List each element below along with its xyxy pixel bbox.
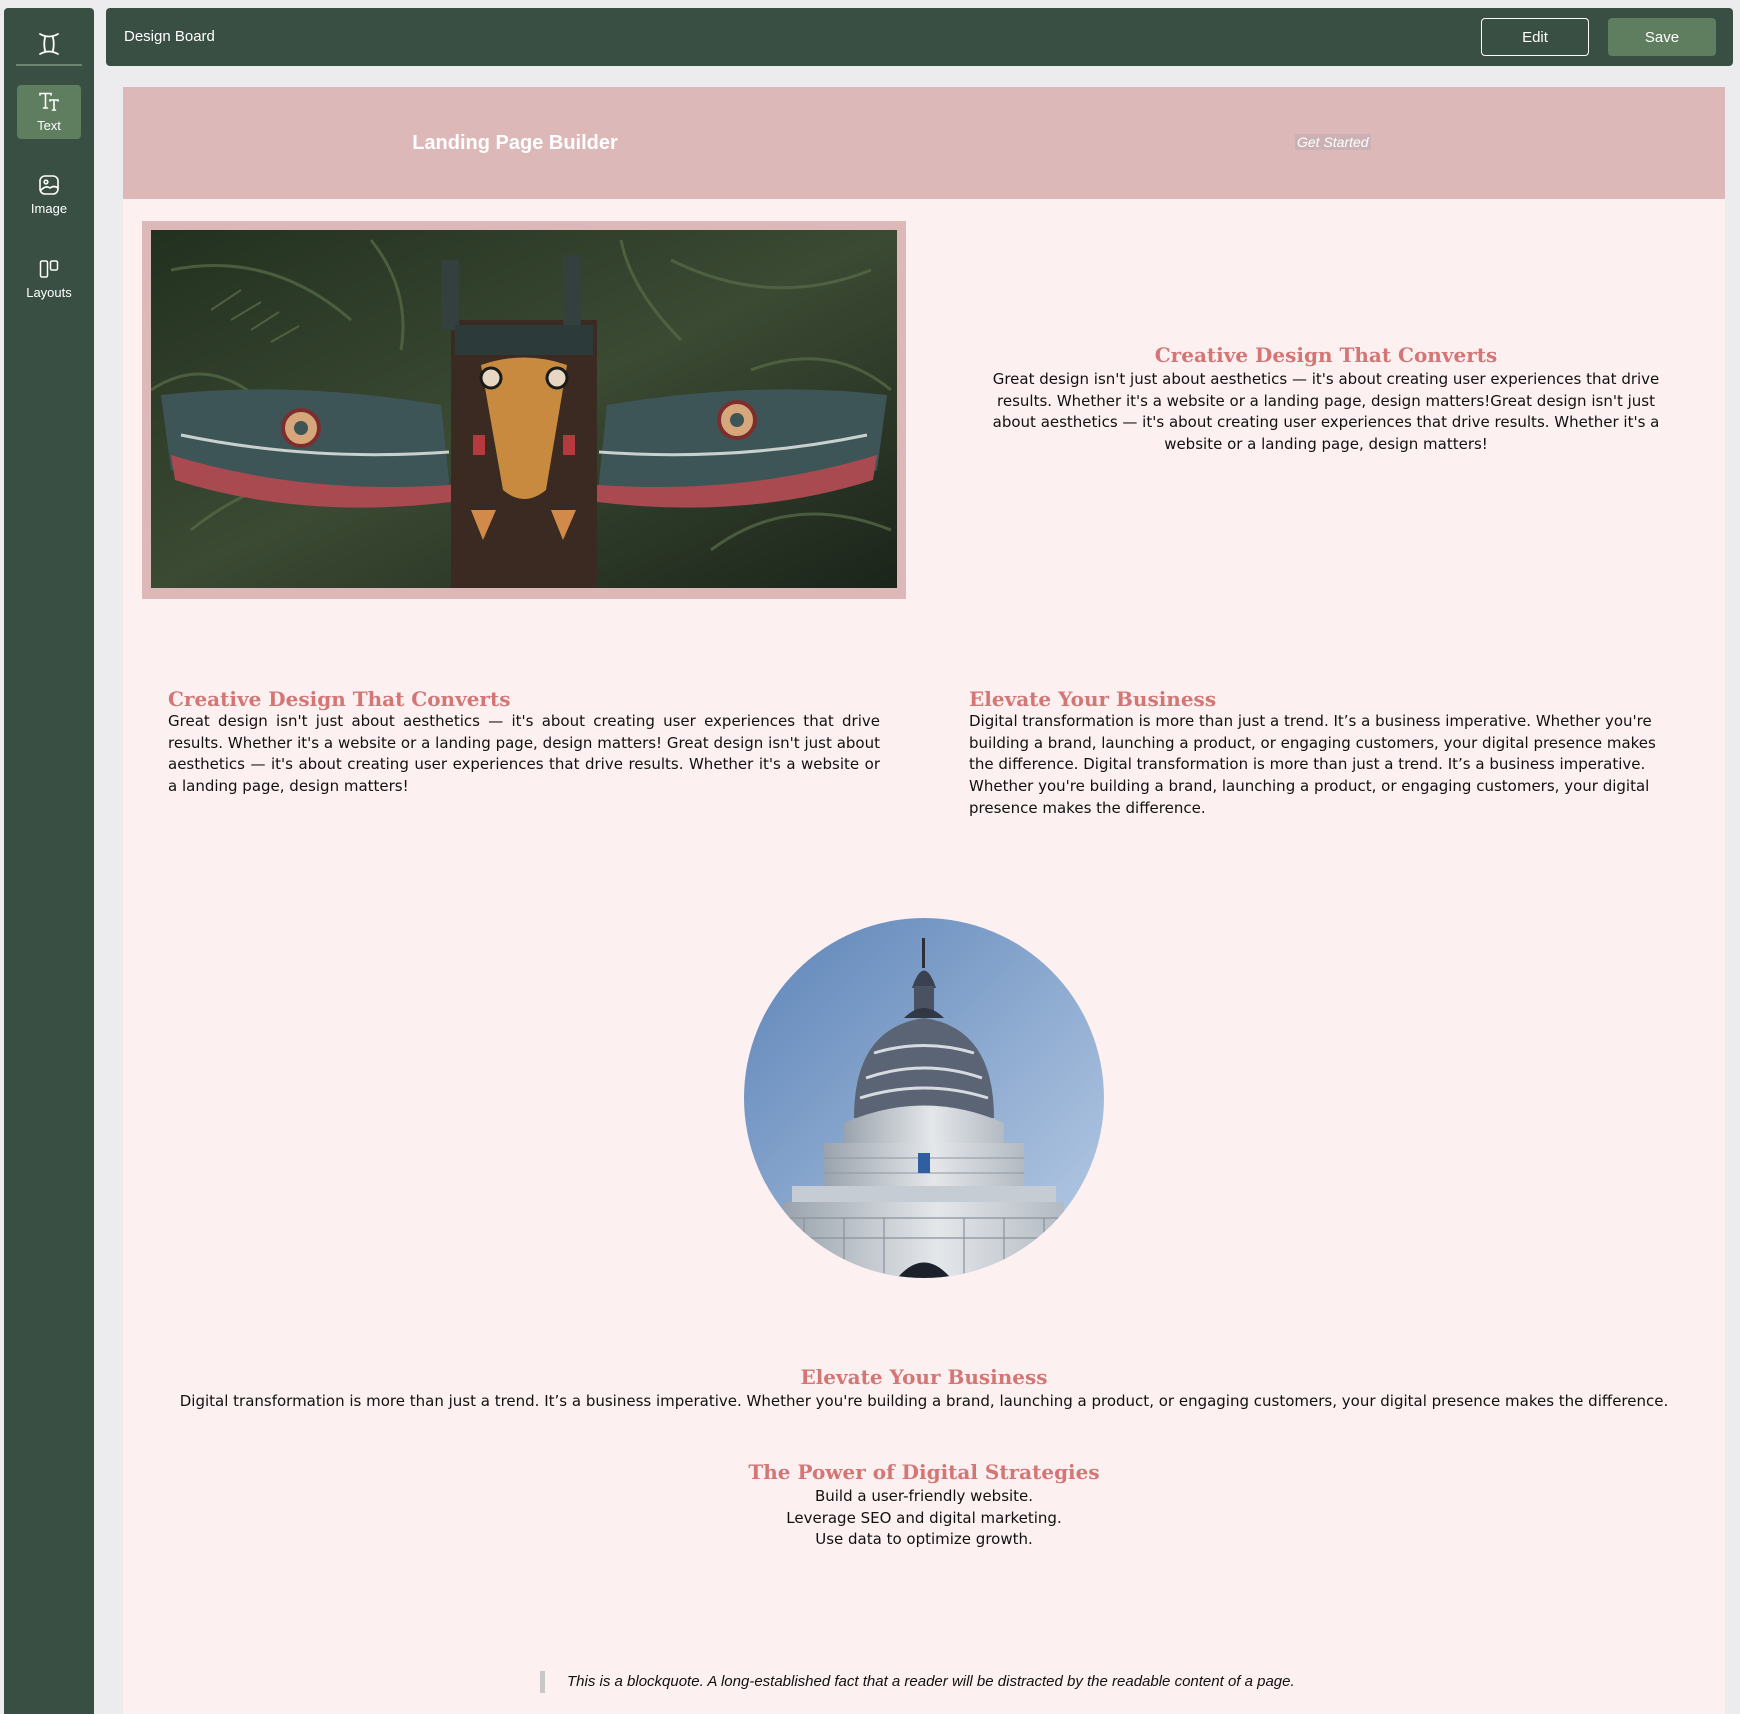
blockquote[interactable]: This is a blockquote. A long-established… [540, 1671, 1295, 1693]
section-body[interactable]: Great design isn't just about aesthetics… [981, 369, 1671, 456]
sidebar: Text Image Layouts [4, 8, 94, 1714]
content-block[interactable]: Elevate Your Business Digital transforma… [969, 687, 1674, 820]
get-started-link[interactable]: Get Started [1295, 134, 1371, 150]
text-icon [38, 91, 60, 113]
content-block[interactable]: Creative Design That Converts Great desi… [168, 687, 880, 798]
circle-image[interactable] [744, 918, 1104, 1278]
list-item[interactable]: Build a user-friendly website. [123, 1486, 1725, 1508]
section-body[interactable]: Digital transformation is more than just… [969, 711, 1674, 820]
layouts-icon [38, 258, 60, 280]
hero-section[interactable]: Landing Page Builder Get Started [123, 87, 1725, 199]
totem-pole-photo [151, 230, 897, 588]
section-body[interactable]: Digital transformation is more than just… [123, 1391, 1725, 1413]
section-heading[interactable]: The Power of Digital Strategies [123, 1460, 1725, 1484]
section-body[interactable]: Great design isn't just about aesthetics… [168, 711, 880, 798]
section-heading[interactable]: Creative Design That Converts [168, 687, 880, 711]
sidebar-divider [16, 64, 82, 66]
sidebar-item-label: Layouts [26, 285, 72, 300]
sidebar-item-text[interactable]: Text [17, 85, 81, 139]
gemini-icon[interactable] [4, 22, 94, 66]
list-item[interactable]: Leverage SEO and digital marketing. [123, 1508, 1725, 1530]
section-heading[interactable]: Creative Design That Converts [981, 343, 1671, 367]
design-canvas[interactable]: Landing Page Builder Get Started Creativ… [123, 87, 1725, 1714]
sidebar-item-label: Text [37, 118, 61, 133]
section-heading[interactable]: Elevate Your Business [969, 687, 1674, 711]
save-button[interactable]: Save [1608, 18, 1716, 56]
section-heading[interactable]: Elevate Your Business [123, 1365, 1725, 1389]
image-icon [38, 174, 60, 196]
app-title: Design Board [124, 28, 215, 45]
hero-title[interactable]: Landing Page Builder [123, 87, 907, 199]
sidebar-item-image[interactable]: Image [17, 168, 81, 222]
content-block[interactable]: Elevate Your Business Digital transforma… [123, 1365, 1725, 1413]
content-block[interactable]: Creative Design That Converts Great desi… [981, 343, 1671, 456]
dome-building-photo [744, 918, 1104, 1278]
edit-button[interactable]: Edit [1481, 18, 1589, 56]
list-item[interactable]: Use data to optimize growth. [123, 1529, 1725, 1551]
totem-image-frame[interactable] [142, 221, 906, 599]
sidebar-item-label: Image [30, 201, 68, 216]
content-block[interactable]: The Power of Digital Strategies Build a … [123, 1460, 1725, 1551]
top-bar: Design Board Edit Save [106, 8, 1733, 66]
sidebar-item-layouts[interactable]: Layouts [17, 252, 81, 306]
